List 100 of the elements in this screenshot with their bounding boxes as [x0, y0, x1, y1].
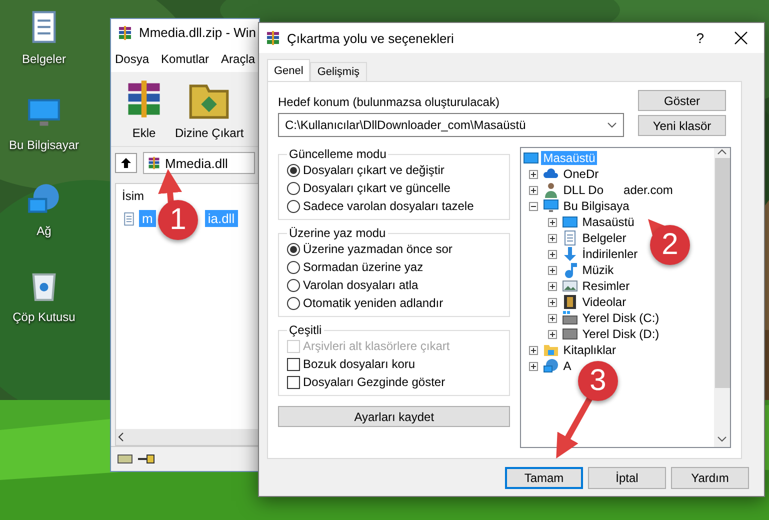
tree-item[interactable]: İndirilenler — [580, 247, 640, 261]
down-arrow-icon — [562, 246, 578, 262]
dialog-button[interactable]: Yardım — [671, 467, 749, 489]
option-label[interactable]: Dosyaları Gezginde göster — [303, 375, 446, 389]
film-icon — [562, 294, 578, 310]
option-label[interactable]: Varolan dosyaları atla — [303, 278, 418, 292]
monitor-icon — [523, 150, 540, 166]
tree-item[interactable]: Yerel Disk (D:) — [580, 327, 662, 341]
vertical-scrollbar[interactable] — [714, 148, 730, 447]
expand-toggle[interactable] — [548, 314, 558, 322]
expand-toggle[interactable] — [548, 218, 558, 226]
expand-toggle[interactable] — [548, 250, 558, 258]
up-button[interactable] — [115, 153, 137, 173]
monitor-icon — [562, 214, 578, 230]
books-icon — [265, 30, 281, 46]
option-label[interactable]: Sormadan üzerine yaz — [303, 260, 424, 274]
address-field[interactable]: Mmedia.dll — [143, 152, 255, 174]
expand-toggle[interactable] — [529, 186, 538, 194]
option-label[interactable]: Sadece varolan dosyaları tazele — [303, 199, 474, 213]
checkbox[interactable] — [287, 358, 300, 370]
expand-toggle[interactable] — [548, 282, 558, 290]
group-title: Güncelleme modu — [288, 147, 388, 161]
expand-toggle[interactable] — [529, 346, 538, 354]
down-caret-icon — [717, 435, 727, 443]
side-button[interactable]: Yeni klasör — [638, 115, 726, 136]
desktop-icon-label[interactable]: Bu Bilgisayar — [8, 138, 80, 152]
close-icon[interactable] — [734, 31, 748, 45]
checkbox[interactable] — [287, 376, 300, 388]
expand-toggle[interactable] — [548, 298, 558, 306]
tree-item-text: ader.com — [624, 183, 673, 197]
collapse-toggle[interactable] — [529, 202, 538, 210]
radio-button[interactable] — [287, 278, 300, 292]
radio-button[interactable] — [287, 260, 300, 274]
tree-item[interactable]: Bu Bilgisaya — [561, 199, 632, 213]
folder-icon — [543, 342, 560, 358]
toolbar-button[interactable]: Ekle — [123, 78, 165, 140]
globe-icon — [543, 358, 560, 374]
tab[interactable]: Gelişmiş — [310, 62, 367, 81]
key-icon — [137, 453, 155, 465]
tree-item[interactable]: Resimler — [580, 279, 632, 293]
dialog-button[interactable]: İptal — [588, 467, 666, 489]
drive-icon — [562, 326, 578, 342]
up-arrow-icon — [120, 157, 132, 169]
radio-button[interactable] — [287, 296, 300, 310]
group-title: Çeşitli — [288, 323, 323, 337]
books-icon — [147, 156, 161, 170]
expand-toggle[interactable] — [548, 266, 558, 274]
side-button[interactable]: Göster — [638, 90, 726, 111]
up-caret-icon — [717, 148, 727, 156]
expand-toggle[interactable] — [548, 330, 558, 338]
document-icon — [122, 212, 136, 226]
tab[interactable]: Genel — [267, 59, 310, 81]
field-label: Hedef konum (bulunmazsa oluşturulacak) — [278, 95, 500, 109]
radio-button[interactable] — [287, 242, 300, 256]
desktop-icon-label[interactable]: Çöp Kutusu — [12, 310, 76, 324]
document-icon — [562, 230, 578, 246]
expand-toggle[interactable] — [548, 234, 558, 242]
desktop-icon-label[interactable]: Belgeler — [22, 52, 66, 66]
tree-item[interactable]: Yerel Disk (C:) — [580, 311, 662, 325]
menu-item[interactable]: Dosya — [115, 52, 150, 66]
drive-icon — [117, 453, 133, 465]
dialog-button[interactable]: Tamam — [505, 467, 583, 489]
tree-item[interactable]: Belgeler — [580, 231, 628, 245]
dropdown-caret-icon — [607, 122, 617, 128]
radio-button[interactable] — [287, 182, 300, 194]
option-label[interactable]: Otomatik yeniden adlandır — [303, 296, 444, 310]
tree-item[interactable]: Kitaplıklar — [561, 343, 618, 357]
toolbar-button[interactable]: Dizine Çıkart — [175, 78, 244, 140]
help-button[interactable]: ? — [696, 30, 704, 46]
group-title: Üzerine yaz modu — [288, 226, 387, 240]
drive-icon — [562, 310, 578, 326]
tree-item[interactable]: DLL Do — [561, 183, 606, 197]
menu-item[interactable]: Komutlar — [161, 52, 210, 66]
monitor-icon — [543, 198, 560, 214]
expand-toggle[interactable] — [529, 362, 538, 370]
destination-field[interactable]: C:\Kullanıcılar\DllDownloader_com\Masaüstü — [278, 113, 624, 137]
tree-item[interactable]: Müzik — [580, 263, 616, 277]
menu-item[interactable]: Araçla — [221, 52, 256, 66]
arrow — [556, 396, 593, 458]
tree-item[interactable]: Videolar — [580, 295, 628, 309]
tree-item[interactable]: OneDr — [561, 167, 601, 181]
expand-toggle[interactable] — [529, 170, 538, 178]
option-label[interactable]: Üzerine yazmadan önce sor — [303, 242, 452, 256]
music-note-icon — [562, 262, 578, 278]
globe-icon — [27, 182, 61, 216]
option-label[interactable]: Bozuk dosyaları koru — [303, 357, 416, 371]
horizontal-scrollbar[interactable] — [116, 429, 258, 445]
tree-item[interactable]: A — [561, 359, 574, 373]
landscape-icon — [562, 278, 578, 294]
save-settings-button[interactable]: Ayarları kaydet — [278, 406, 510, 427]
dialog-title: Çıkartma yolu ve seçenekleri — [287, 30, 454, 46]
tree-item[interactable]: Masaüstü — [580, 215, 636, 229]
desktop-icon-label[interactable]: Ağ — [36, 224, 52, 238]
window-title: Mmedia.dll.zip - Win — [139, 25, 256, 40]
option-label[interactable]: Dosyaları çıkart ve güncelle — [303, 181, 450, 195]
option-label[interactable]: Dosyaları çıkart ve değiştir — [303, 163, 444, 177]
person-icon — [543, 182, 560, 198]
books-icon — [117, 24, 133, 40]
radio-button[interactable] — [287, 200, 300, 212]
radio-button[interactable] — [287, 164, 300, 176]
